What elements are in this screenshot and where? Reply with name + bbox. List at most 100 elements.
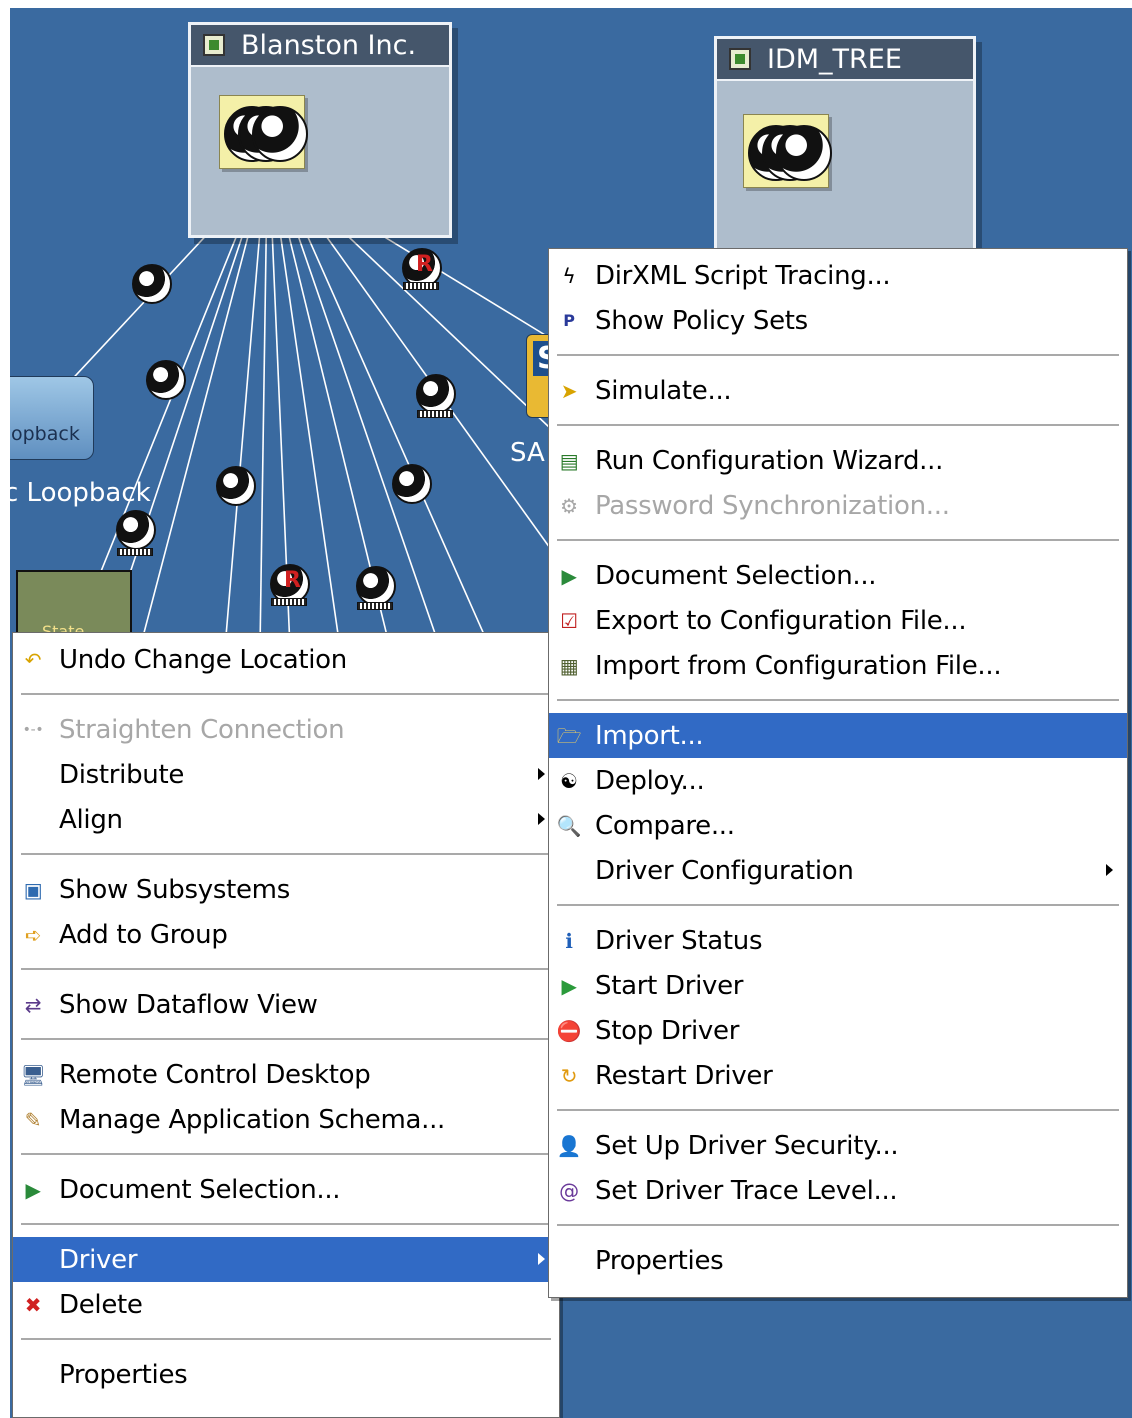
wizard-icon: ▤ [559, 449, 579, 473]
menu-separator [21, 1223, 551, 1226]
menu-item-set-driver-trace-level[interactable]: @ Set Driver Trace Level... [549, 1168, 1127, 1213]
driver-status-strip [271, 598, 307, 606]
driver-status-strip [357, 602, 393, 610]
menu-item-deploy[interactable]: ☯ Deploy... [549, 758, 1127, 803]
driver-icon[interactable] [146, 360, 186, 400]
menu-item-document-selection[interactable]: ▶ Document Selection... [549, 553, 1127, 598]
submenu-arrow-icon [538, 768, 545, 780]
menu-item-run-configuration-wizard[interactable]: ▤ Run Configuration Wizard... [549, 438, 1127, 483]
vault-icon [729, 48, 751, 70]
menu-item-label: Delete [59, 1289, 143, 1320]
menu-item-export-to-configuration-file[interactable]: ☑ Export to Configuration File... [549, 598, 1127, 643]
menu-item-show-dataflow-view[interactable]: ⇄ Show Dataflow View [13, 982, 559, 1027]
menu-item-delete[interactable]: ✖ Delete [13, 1282, 559, 1327]
start-icon: ▶ [561, 974, 577, 998]
menu-item-label: Driver Status [595, 925, 763, 956]
undo-icon: ↶ [24, 648, 42, 672]
driver-icon[interactable] [416, 374, 456, 414]
menu-item-set-up-driver-security[interactable]: 👤 Set Up Driver Security... [549, 1123, 1127, 1168]
document-selection-icon: ▶ [25, 1178, 41, 1202]
submenu-arrow-icon [538, 813, 545, 825]
policy-sets-icon: P [563, 311, 575, 330]
menu-item-distribute[interactable]: Distribute [13, 752, 559, 797]
menu-item-simulate[interactable]: ➤ Simulate... [549, 368, 1127, 413]
password-sync-icon: ⚙ [560, 494, 578, 518]
menu-item-label: Show Dataflow View [59, 989, 318, 1020]
menu-item-label: Straighten Connection [59, 714, 345, 745]
menu-item-label: Document Selection... [595, 560, 877, 591]
menu-separator [21, 853, 551, 856]
menu-item-label: Password Synchronization... [595, 490, 950, 521]
trace-level-icon: @ [559, 1179, 579, 1203]
loopback-app-tile[interactable]: opback [10, 376, 94, 460]
deploy-icon: ☯ [560, 769, 578, 793]
menu-separator [21, 693, 551, 696]
menu-separator [557, 354, 1119, 357]
driver-icon[interactable] [116, 510, 156, 550]
driver-set-icon[interactable] [743, 114, 832, 188]
document-selection-icon: ▶ [561, 564, 577, 588]
menu-item-label: Stop Driver [595, 1015, 740, 1046]
menu-item-stop-driver[interactable]: ⛔ Stop Driver [549, 1008, 1127, 1053]
menu-item-show-subsystems[interactable]: ▣ Show Subsystems [13, 867, 559, 912]
menu-item-straighten-connection: •-• Straighten Connection [13, 707, 559, 752]
vault-icon [203, 34, 225, 56]
menu-item-label: Simulate... [595, 375, 732, 406]
menu-item-add-to-group[interactable]: ➪ Add to Group [13, 912, 559, 957]
menu-item-label: Manage Application Schema... [59, 1104, 446, 1135]
restart-icon: ↻ [560, 1064, 578, 1088]
menu-separator [21, 1153, 551, 1156]
menu-separator [557, 1109, 1119, 1112]
menu-item-undo-change-location[interactable]: ↶ Undo Change Location [13, 637, 559, 682]
menu-item-start-driver[interactable]: ▶ Start Driver [549, 963, 1127, 1008]
menu-item-dirxml-script-tracing[interactable]: ϟ DirXML Script Tracing... [549, 253, 1127, 298]
vault-title: IDM_TREE [717, 39, 973, 81]
menu-item-label: Restart Driver [595, 1060, 773, 1091]
add-to-group-icon: ➪ [24, 923, 42, 947]
menu-item-driver-configuration[interactable]: Driver Configuration [549, 848, 1127, 893]
menu-separator [21, 1038, 551, 1041]
menu-item-import-from-configuration-file[interactable]: ▦ Import from Configuration File... [549, 643, 1127, 688]
menu-item-compare[interactable]: 🔍 Compare... [549, 803, 1127, 848]
menu-item-label: Distribute [59, 759, 185, 790]
driver-icon[interactable] [132, 264, 172, 304]
vault-idm-tree[interactable]: IDM_TREE [714, 36, 976, 252]
menu-item-label: Compare... [595, 810, 735, 841]
menu-item-password-synchronization: ⚙ Password Synchronization... [549, 483, 1127, 528]
remote-loader-mark: R [284, 568, 301, 593]
menu-item-driver-status[interactable]: ℹ Driver Status [549, 918, 1127, 963]
driver-set-icon[interactable] [219, 95, 308, 169]
menu-item-label: Deploy... [595, 765, 705, 796]
export-icon: ☑ [560, 609, 578, 633]
menu-item-manage-application-schema[interactable]: ✎ Manage Application Schema... [13, 1097, 559, 1142]
remote-loader-mark: R [416, 252, 433, 277]
security-user-icon: 👤 [556, 1134, 582, 1158]
menu-item-label: Show Subsystems [59, 874, 290, 905]
menu-separator [21, 1338, 551, 1341]
menu-item-import[interactable]: 🗁 Import... [549, 713, 1127, 758]
menu-item-align[interactable]: Align [13, 797, 559, 842]
menu-item-label: Run Configuration Wizard... [595, 445, 944, 476]
menu-item-document-selection[interactable]: ▶ Document Selection... [13, 1167, 559, 1212]
menu-item-label: Driver Configuration [595, 855, 854, 886]
folder-open-icon: 🗁 [556, 724, 582, 748]
menu-item-label: Add to Group [59, 919, 228, 950]
menu-separator [557, 424, 1119, 427]
menu-item-driver[interactable]: Driver [13, 1237, 559, 1282]
menu-item-properties[interactable]: Properties [13, 1352, 559, 1397]
vault-name: Blanston Inc. [241, 29, 417, 61]
stop-icon: ⛔ [556, 1019, 582, 1043]
menu-item-show-policy-sets[interactable]: P Show Policy Sets [549, 298, 1127, 343]
vault-blanston[interactable]: Blanston Inc. [188, 22, 452, 238]
loopback-app-label: c Loopback [10, 478, 151, 508]
driver-icon[interactable] [356, 566, 396, 606]
driver-icon[interactable] [216, 466, 256, 506]
menu-item-restart-driver[interactable]: ↻ Restart Driver [549, 1053, 1127, 1098]
menu-item-properties[interactable]: Properties [549, 1238, 1127, 1283]
driver-icon[interactable] [392, 464, 432, 504]
subsystems-icon: ▣ [23, 878, 43, 902]
menu-separator [557, 1224, 1119, 1227]
menu-item-remote-control-desktop[interactable]: 🖥 Remote Control Desktop [13, 1052, 559, 1097]
info-icon: ℹ [565, 929, 573, 953]
menu-item-label: Export to Configuration File... [595, 605, 967, 636]
